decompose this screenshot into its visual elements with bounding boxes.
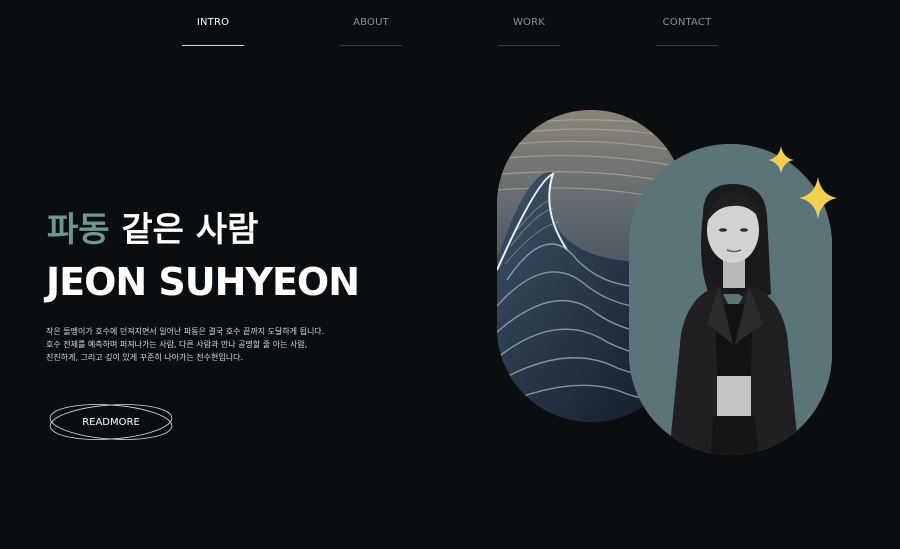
small-sparkle-icon xyxy=(768,146,794,174)
hero-korean-title: 파동 같은 사람 xyxy=(47,208,258,252)
description-line: 작은 돌멩이가 호수에 던져지면서 일어난 파동은 결국 호수 끝까지 도달하게… xyxy=(46,327,325,336)
readmore-label: READMORE xyxy=(82,416,140,428)
description-line: 진진하게, 그리고 깊이 있게 꾸준히 나아가는 전수현입니다. xyxy=(46,353,243,362)
hero-english-name: JEON SUHYEON xyxy=(46,260,360,304)
hero-title-rest: 같은 사람 xyxy=(109,210,259,250)
hero-description: 작은 돌멩이가 호수에 던져지면서 일어난 파동은 결국 호수 끝까지 도달하게… xyxy=(46,325,324,364)
large-sparkle-icon xyxy=(799,177,837,219)
nav-item-work[interactable]: WORK xyxy=(498,0,560,46)
hero-title-accent: 파동 xyxy=(47,210,110,250)
nav-item-intro[interactable]: INTRO xyxy=(182,0,244,46)
nav-item-about[interactable]: ABOUT xyxy=(340,0,402,46)
nav-item-contact[interactable]: CONTACT xyxy=(656,0,718,46)
readmore-button[interactable]: READMORE xyxy=(48,402,174,442)
intro-page: INTRO ABOUT WORK CONTACT 파동 같은 사람 JEON S… xyxy=(0,0,900,549)
description-line: 호수 전체를 예측하며 퍼져나가는 사람, 다른 사람과 만나 공명할 줄 아는… xyxy=(46,340,308,349)
top-navigation: INTRO ABOUT WORK CONTACT xyxy=(0,0,900,46)
